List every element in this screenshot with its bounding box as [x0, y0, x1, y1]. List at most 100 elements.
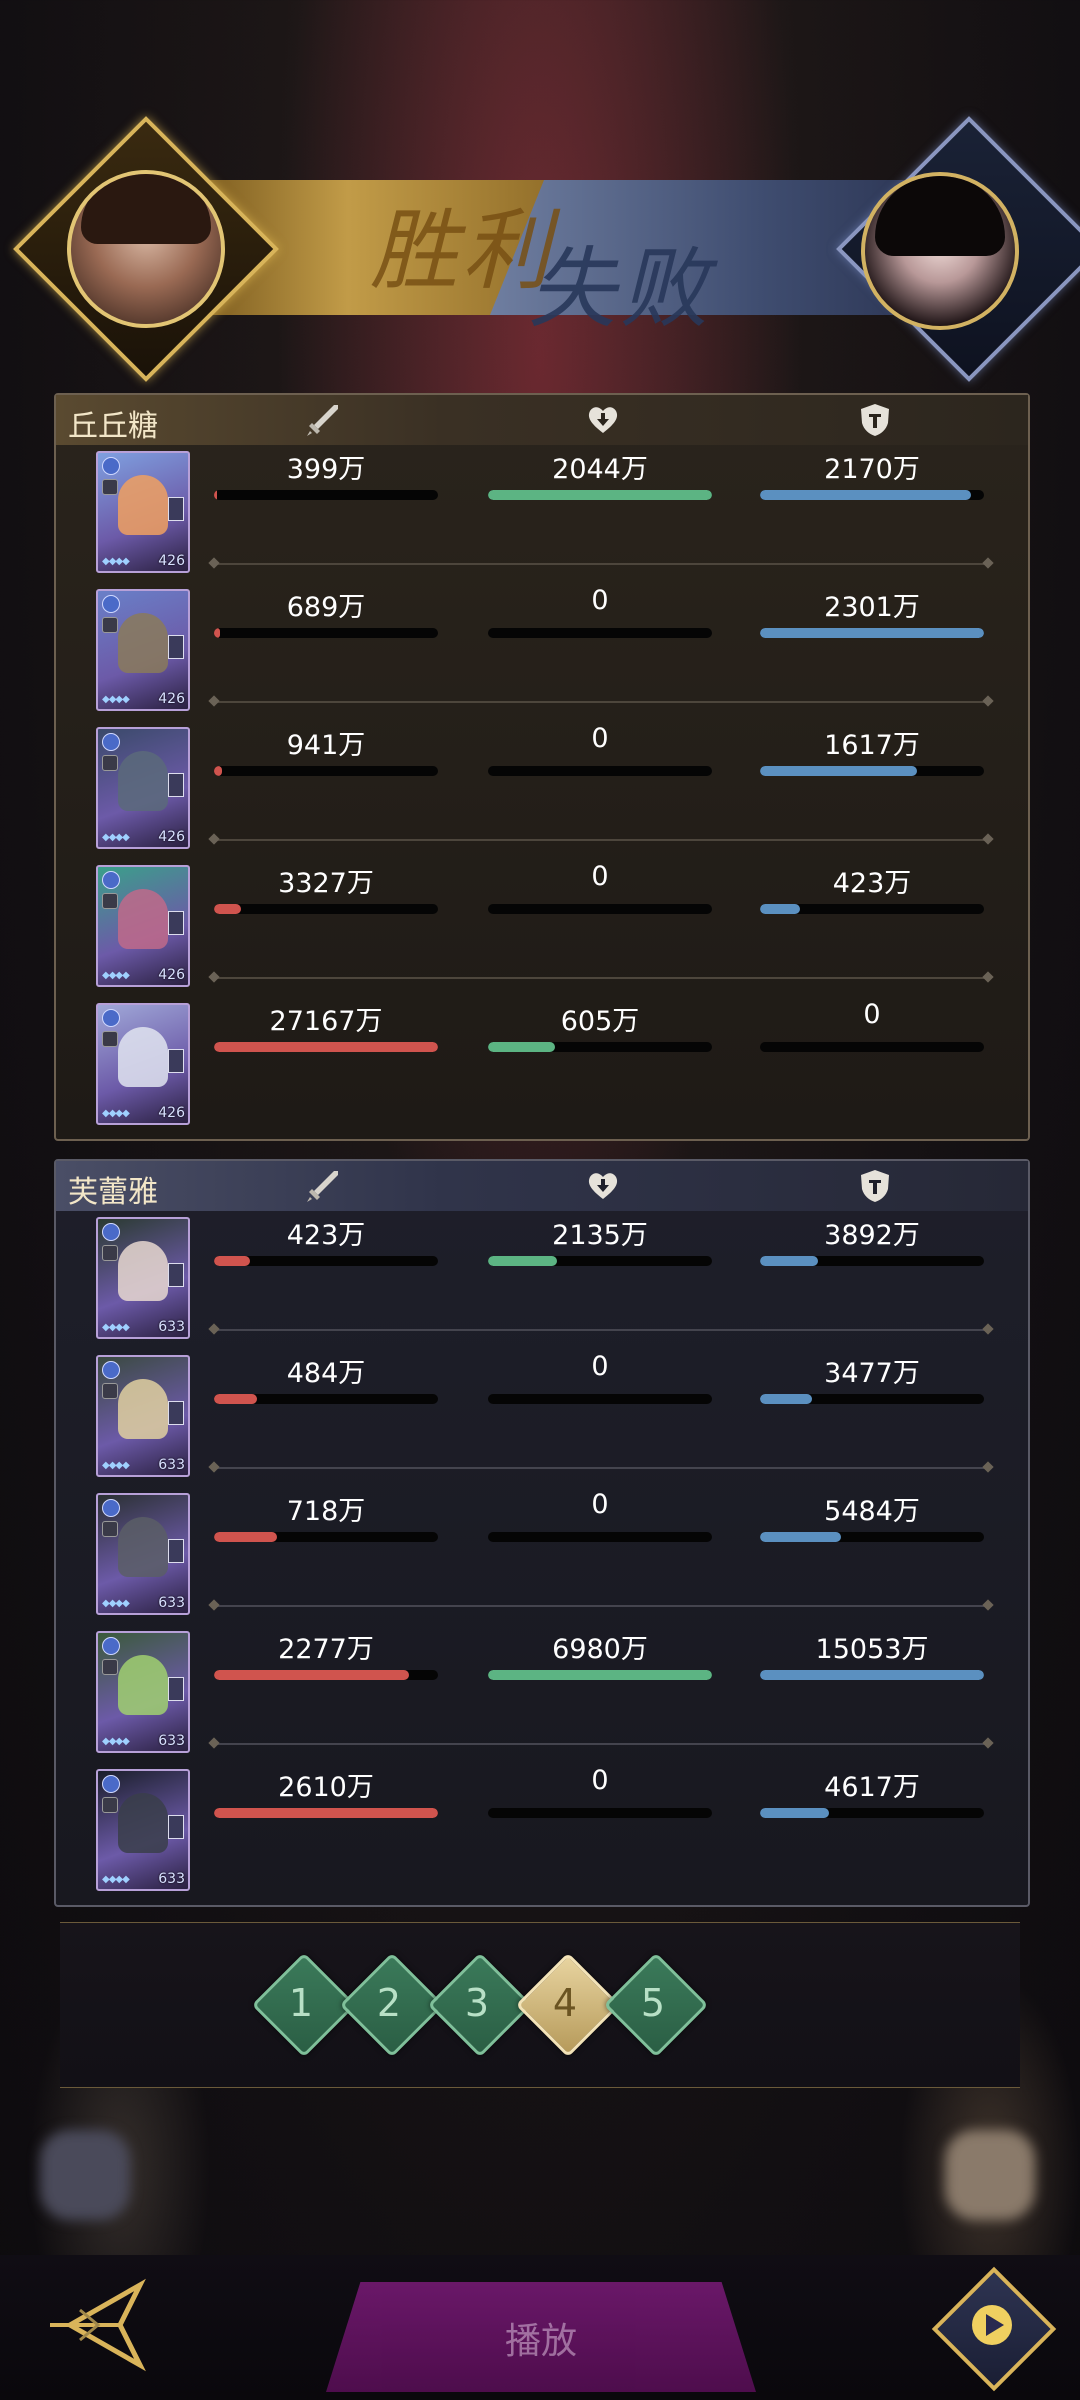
row-divider: [216, 1605, 986, 1607]
star-rating-icon: ◆◆◆◆: [102, 694, 130, 705]
damage-bar-fill: [214, 1532, 277, 1542]
heal-bar: [488, 1256, 712, 1266]
hero-card[interactable]: ◆◆◆◆ 633: [96, 1355, 190, 1477]
star-rating-icon: ◆◆◆◆: [102, 1322, 130, 1333]
tank-value: 1617万: [824, 730, 920, 761]
rank-tag-icon: [168, 635, 184, 659]
element-badge-icon: [102, 1223, 120, 1241]
class-badge-icon: [102, 1383, 118, 1399]
hero-portrait: [118, 1655, 168, 1715]
tank-value: 4617万: [824, 1772, 920, 1803]
heal-bar: [488, 766, 712, 776]
heal-heart-icon: [584, 401, 622, 439]
heal-value: 0: [591, 585, 609, 616]
hero-card[interactable]: ◆◆◆◆ 426: [96, 451, 190, 573]
heal-bar: [488, 628, 712, 638]
damage-value: 2610万: [278, 1772, 374, 1803]
class-badge-icon: [102, 479, 118, 495]
rank-tag-icon: [168, 1677, 184, 1701]
heal-value: 0: [591, 1351, 609, 1382]
heal-value: 2044万: [552, 454, 648, 485]
hero-level: 633: [158, 1319, 185, 1335]
back-arrow-icon: [50, 2278, 146, 2372]
damage-bar: [214, 766, 438, 776]
damage-bar-fill: [214, 1042, 438, 1052]
heal-bar: [488, 1532, 712, 1542]
heal-bar-fill: [488, 1670, 712, 1680]
damage-bar-fill: [214, 1670, 409, 1680]
right-player-avatar[interactable]: [861, 172, 1019, 330]
rank-tag-icon: [168, 1263, 184, 1287]
heal-bar: [488, 1042, 712, 1052]
tank-bar-fill: [760, 1670, 984, 1680]
hero-card[interactable]: ◆◆◆◆ 426: [96, 1003, 190, 1125]
tank-bar-fill: [760, 1394, 812, 1404]
tank-bar: [760, 1670, 984, 1680]
hero-level: 426: [158, 553, 185, 569]
element-badge-icon: [102, 871, 120, 889]
class-badge-icon: [102, 893, 118, 909]
class-badge-icon: [102, 617, 118, 633]
hero-card[interactable]: ◆◆◆◆ 633: [96, 1769, 190, 1891]
tank-value: 3892万: [824, 1220, 920, 1251]
element-badge-icon: [102, 1499, 120, 1517]
row-divider: [216, 1743, 986, 1745]
rank-tag-icon: [168, 911, 184, 935]
panel-header: 丘丘糖: [56, 395, 1028, 445]
hero-portrait: [118, 1241, 168, 1301]
hero-portrait: [118, 1379, 168, 1439]
hero-portrait: [118, 751, 168, 811]
blurred-right-icon: [945, 2130, 1035, 2220]
heal-bar-fill: [488, 1256, 558, 1266]
star-rating-icon: ◆◆◆◆: [102, 1598, 130, 1609]
hero-card[interactable]: ◆◆◆◆ 633: [96, 1631, 190, 1753]
damage-value: 484万: [286, 1358, 366, 1389]
element-badge-icon: [102, 595, 120, 613]
hero-stat-row: ◆◆◆◆ 633 718万 0 5484万: [56, 1489, 1028, 1627]
element-badge-icon: [102, 1009, 120, 1027]
panel-header: 芙蕾雅: [56, 1161, 1028, 1211]
hero-stat-row: ◆◆◆◆ 633 2277万 6980万 15053万: [56, 1627, 1028, 1765]
hero-portrait: [118, 475, 168, 535]
tank-value: 5484万: [824, 1496, 920, 1527]
hero-card[interactable]: ◆◆◆◆ 426: [96, 865, 190, 987]
class-badge-icon: [102, 1245, 118, 1261]
heal-bar: [488, 1394, 712, 1404]
hero-card[interactable]: ◆◆◆◆ 426: [96, 727, 190, 849]
class-badge-icon: [102, 1659, 118, 1675]
element-badge-icon: [102, 457, 120, 475]
hero-card[interactable]: ◆◆◆◆ 633: [96, 1217, 190, 1339]
back-button[interactable]: [40, 2270, 160, 2380]
heal-value: 0: [591, 1765, 609, 1796]
tank-bar: [760, 904, 984, 914]
heal-bar-fill: [488, 490, 712, 500]
damage-bar-fill: [214, 1808, 438, 1818]
damage-bar-fill: [214, 628, 220, 638]
tank-value: 3477万: [824, 1358, 920, 1389]
left-player-avatar[interactable]: [67, 170, 225, 328]
damage-bar: [214, 1256, 438, 1266]
hero-stat-row: ◆◆◆◆ 426 27167万 605万 0: [56, 999, 1028, 1137]
hero-card[interactable]: ◆◆◆◆ 426: [96, 589, 190, 711]
heal-value: 2135万: [552, 1220, 648, 1251]
hero-portrait: [118, 889, 168, 949]
tank-bar-fill: [760, 1256, 819, 1266]
hero-card[interactable]: ◆◆◆◆ 633: [96, 1493, 190, 1615]
round-5-label: 5: [640, 1981, 666, 2025]
row-divider: [216, 563, 986, 565]
rank-tag-icon: [168, 1401, 184, 1425]
damage-bar: [214, 1808, 438, 1818]
heal-bar: [488, 1808, 712, 1818]
rank-tag-icon: [168, 1049, 184, 1073]
heal-heart-icon: [584, 1167, 622, 1205]
round-selector: 1 2 3 4 5: [60, 1922, 1020, 2088]
heal-bar-fill: [488, 1042, 556, 1052]
replay-button[interactable]: 播放: [326, 2282, 756, 2392]
hero-portrait: [118, 613, 168, 673]
tank-bar-fill: [760, 490, 971, 500]
damage-bar-fill: [214, 904, 241, 914]
heal-bar: [488, 904, 712, 914]
hero-portrait: [118, 1517, 168, 1577]
rank-tag-icon: [168, 773, 184, 797]
tank-value: 15053万: [815, 1634, 929, 1665]
